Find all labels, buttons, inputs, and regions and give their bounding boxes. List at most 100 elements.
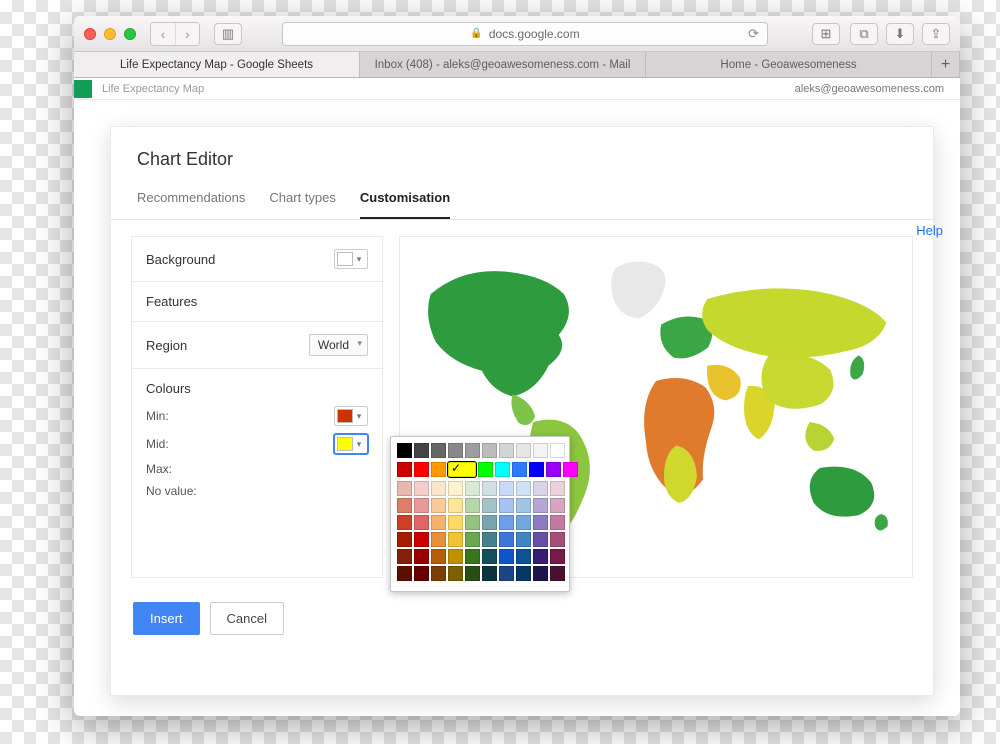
color-swatch[interactable]: [448, 566, 463, 581]
account-email[interactable]: aleks@geoawesomeness.com: [795, 83, 944, 95]
insert-button[interactable]: Insert: [133, 602, 200, 635]
color-swatch[interactable]: [431, 462, 446, 477]
color-swatch[interactable]: [499, 566, 514, 581]
color-swatch[interactable]: [516, 549, 531, 564]
color-swatch[interactable]: [533, 515, 548, 530]
color-swatch[interactable]: [414, 532, 429, 547]
color-swatch[interactable]: [465, 498, 480, 513]
color-swatch[interactable]: [465, 443, 480, 458]
share-icon[interactable]: ⇪: [922, 23, 950, 45]
color-swatch[interactable]: [499, 498, 514, 513]
color-swatch[interactable]: [465, 566, 480, 581]
download-icon[interactable]: ⬇: [886, 23, 914, 45]
color-swatch[interactable]: [550, 498, 565, 513]
tab-customisation[interactable]: Customisation: [360, 180, 450, 219]
color-swatch[interactable]: [431, 498, 446, 513]
color-swatch[interactable]: [533, 498, 548, 513]
tab-chart-types[interactable]: Chart types: [269, 180, 335, 219]
browser-tab[interactable]: Life Expectancy Map - Google Sheets: [74, 52, 360, 77]
color-swatch[interactable]: [482, 481, 497, 496]
color-swatch[interactable]: [465, 532, 480, 547]
color-swatch[interactable]: [516, 566, 531, 581]
color-swatch[interactable]: [550, 566, 565, 581]
color-swatch[interactable]: [448, 549, 463, 564]
color-swatch[interactable]: [499, 443, 514, 458]
color-swatch[interactable]: [516, 481, 531, 496]
minimize-window-icon[interactable]: [104, 28, 116, 40]
color-swatch[interactable]: [533, 532, 548, 547]
reader-icon[interactable]: ⧉: [850, 23, 878, 45]
browser-tab[interactable]: Home - Geoawesomeness: [646, 52, 932, 77]
color-swatch[interactable]: [533, 566, 548, 581]
color-swatch[interactable]: [499, 549, 514, 564]
color-swatch[interactable]: [478, 462, 493, 477]
color-swatch[interactable]: [550, 549, 565, 564]
back-button[interactable]: ‹: [151, 23, 175, 45]
address-bar[interactable]: 🔒 docs.google.com ⟳: [282, 22, 768, 46]
color-swatch[interactable]: [482, 515, 497, 530]
color-swatch[interactable]: [397, 549, 412, 564]
cancel-button[interactable]: Cancel: [210, 602, 284, 635]
color-swatch[interactable]: [414, 498, 429, 513]
color-swatch[interactable]: [533, 481, 548, 496]
color-swatch[interactable]: [397, 443, 412, 458]
color-swatch[interactable]: [482, 566, 497, 581]
color-swatch[interactable]: [516, 515, 531, 530]
color-swatch[interactable]: [448, 532, 463, 547]
color-swatch[interactable]: [448, 443, 463, 458]
row-features[interactable]: Features: [132, 282, 382, 322]
help-link[interactable]: Help: [916, 223, 943, 238]
color-swatch[interactable]: [397, 481, 412, 496]
color-swatch[interactable]: [414, 566, 429, 581]
color-swatch[interactable]: [499, 481, 514, 496]
color-swatch[interactable]: [414, 443, 429, 458]
reload-icon[interactable]: ⟳: [748, 26, 759, 42]
color-swatch[interactable]: [465, 481, 480, 496]
color-swatch[interactable]: [516, 498, 531, 513]
color-swatch[interactable]: [414, 481, 429, 496]
color-swatch[interactable]: [431, 443, 446, 458]
color-swatch[interactable]: [397, 515, 412, 530]
forward-button[interactable]: ›: [175, 23, 199, 45]
color-swatch[interactable]: [414, 515, 429, 530]
color-swatch[interactable]: [512, 462, 527, 477]
color-swatch[interactable]: [431, 566, 446, 581]
color-swatch[interactable]: [397, 532, 412, 547]
background-color-button[interactable]: ▾: [334, 249, 368, 269]
color-swatch[interactable]: [431, 532, 446, 547]
close-window-icon[interactable]: [84, 28, 96, 40]
color-swatch[interactable]: [550, 515, 565, 530]
color-swatch[interactable]: [533, 443, 548, 458]
color-swatch[interactable]: [482, 549, 497, 564]
color-swatch[interactable]: [529, 462, 544, 477]
color-swatch[interactable]: [516, 443, 531, 458]
mid-color-button[interactable]: ▾: [334, 434, 368, 454]
color-swatch[interactable]: [550, 443, 565, 458]
tab-recommendations[interactable]: Recommendations: [137, 180, 245, 219]
sidebar-toggle-icon[interactable]: ▥: [214, 23, 242, 45]
color-swatch[interactable]: [550, 481, 565, 496]
color-swatch[interactable]: [431, 549, 446, 564]
tabs-overview-icon[interactable]: ⊞: [812, 23, 840, 45]
new-tab-button[interactable]: +: [932, 52, 960, 77]
color-swatch[interactable]: [516, 532, 531, 547]
color-swatch[interactable]: [495, 462, 510, 477]
color-swatch[interactable]: [448, 481, 463, 496]
color-swatch[interactable]: [414, 549, 429, 564]
color-swatch[interactable]: [499, 515, 514, 530]
color-swatch[interactable]: [465, 515, 480, 530]
color-swatch[interactable]: [550, 532, 565, 547]
color-swatch[interactable]: [448, 515, 463, 530]
color-swatch[interactable]: [414, 462, 429, 477]
color-swatch[interactable]: [533, 549, 548, 564]
color-swatch[interactable]: [397, 566, 412, 581]
region-select[interactable]: World: [309, 334, 368, 356]
color-swatch[interactable]: [465, 549, 480, 564]
min-color-button[interactable]: ▾: [334, 406, 368, 426]
color-swatch[interactable]: [431, 515, 446, 530]
color-swatch[interactable]: [563, 462, 578, 477]
color-swatch[interactable]: [482, 443, 497, 458]
color-swatch[interactable]: [499, 532, 514, 547]
color-swatch[interactable]: [546, 462, 561, 477]
color-swatch[interactable]: [482, 498, 497, 513]
